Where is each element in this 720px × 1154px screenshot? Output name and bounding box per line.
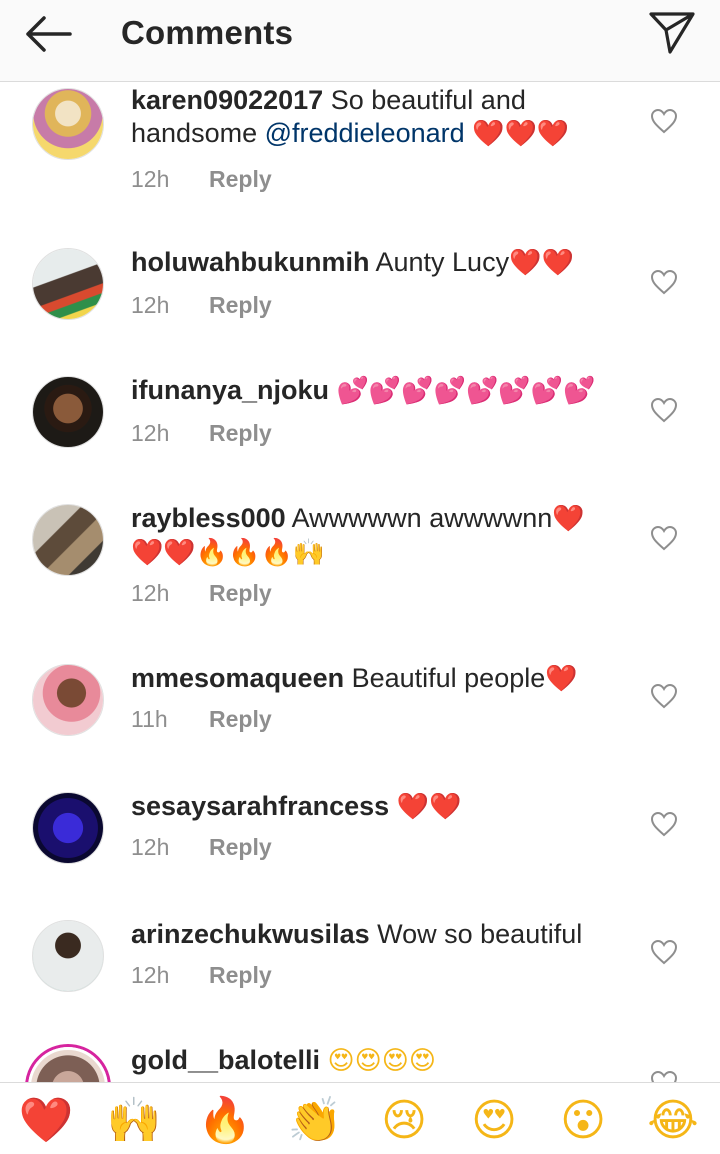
comment-username[interactable]: ifunanya_njoku bbox=[131, 375, 329, 405]
header-bar: Comments bbox=[0, 0, 720, 82]
comment-meta: 12h Reply bbox=[131, 580, 272, 607]
emoji-clapping-button[interactable]: 👏 bbox=[285, 1095, 345, 1147]
heart-outline-icon[interactable] bbox=[650, 269, 678, 295]
emoji-heart-eyes-button[interactable]: 😍 bbox=[464, 1095, 524, 1147]
reply-button[interactable]: Reply bbox=[209, 834, 272, 860]
comment-emojis: ❤️❤️ bbox=[509, 248, 574, 278]
avatar[interactable] bbox=[32, 376, 104, 448]
comment-body: Awwwwwn awwwwnn bbox=[291, 503, 553, 533]
reply-button[interactable]: Reply bbox=[209, 962, 272, 988]
mention-link[interactable]: @freddieleonard bbox=[265, 118, 465, 148]
reply-button[interactable]: Reply bbox=[209, 580, 272, 606]
heart-outline-icon[interactable] bbox=[650, 939, 678, 965]
page-title: Comments bbox=[121, 14, 294, 51]
comment-meta: 12h Reply bbox=[131, 962, 272, 989]
comment-username[interactable]: sesaysarahfrancess bbox=[131, 791, 389, 821]
emoji-red-heart-button[interactable]: ❤️ bbox=[16, 1095, 76, 1147]
comment-text: karen09022017 So beautiful and handsome … bbox=[131, 84, 611, 151]
comment-time: 12h bbox=[131, 420, 170, 446]
comment-text: raybless000 Awwwwwn awwwwnn❤️❤️❤️🔥🔥🔥🙌 bbox=[131, 502, 611, 570]
comment-meta: 12h Reply bbox=[131, 834, 272, 861]
comment-text: sesaysarahfrancess ❤️❤️ bbox=[131, 790, 611, 824]
heart-outline-icon[interactable] bbox=[650, 397, 678, 423]
comment-emojis: ❤️❤️❤️ bbox=[472, 119, 570, 149]
comment-time: 12h bbox=[131, 834, 170, 860]
comment-username[interactable]: karen09022017 bbox=[131, 85, 323, 115]
arrow-left-icon bbox=[26, 16, 72, 52]
comments-list[interactable]: karen09022017 So beautiful and handsome … bbox=[0, 82, 720, 1082]
comment-emojis: 😍😍😍😍 bbox=[327, 1046, 436, 1076]
comment-text: mmesomaqueen Beautiful people❤️ bbox=[131, 662, 611, 696]
comment-meta: 11h Reply bbox=[131, 706, 272, 733]
share-button[interactable] bbox=[644, 8, 700, 58]
comment-emojis: 💕💕💕💕💕💕💕💕 bbox=[336, 376, 596, 406]
avatar[interactable] bbox=[32, 792, 104, 864]
comment-meta: 12h Reply bbox=[131, 292, 272, 319]
comment-emojis: ❤️❤️ bbox=[396, 792, 462, 822]
heart-outline-icon[interactable] bbox=[650, 1070, 678, 1082]
avatar[interactable] bbox=[32, 504, 104, 576]
comment-username[interactable]: raybless000 bbox=[131, 503, 286, 533]
comment-body: Beautiful people bbox=[351, 663, 546, 693]
heart-outline-icon[interactable] bbox=[650, 811, 678, 837]
comment-username[interactable]: mmesomaqueen bbox=[131, 663, 344, 693]
heart-outline-icon[interactable] bbox=[650, 108, 678, 134]
reply-button[interactable]: Reply bbox=[209, 166, 272, 192]
comment-username[interactable]: gold__balotelli bbox=[131, 1045, 320, 1075]
comment-emojis: ❤️ bbox=[545, 664, 578, 694]
back-button[interactable] bbox=[18, 12, 78, 56]
comment-meta: 12h Reply bbox=[131, 166, 272, 193]
comment-text: holuwahbukunmih Aunty Lucy❤️❤️ bbox=[131, 246, 611, 280]
comment-text: gold__balotelli 😍😍😍😍 bbox=[131, 1044, 611, 1078]
comment-text: ifunanya_njoku 💕💕💕💕💕💕💕💕 bbox=[131, 374, 611, 408]
comment-username[interactable]: holuwahbukunmih bbox=[131, 247, 369, 277]
comment-time: 12h bbox=[131, 580, 170, 606]
reply-button[interactable]: Reply bbox=[209, 420, 272, 446]
emoji-reaction-bar: ❤️ 🙌 🔥 👏 😢 😍 😮 😂 bbox=[0, 1082, 720, 1154]
reply-button[interactable]: Reply bbox=[209, 292, 272, 318]
comment-time: 11h bbox=[131, 706, 168, 732]
comment-time: 12h bbox=[131, 292, 170, 318]
comment-text: arinzechukwusilas Wow so beautiful bbox=[131, 918, 611, 951]
emoji-raised-hands-button[interactable]: 🙌 bbox=[104, 1095, 164, 1147]
avatar[interactable] bbox=[32, 664, 104, 736]
avatar[interactable] bbox=[32, 248, 104, 320]
comment-meta: 12h Reply bbox=[131, 420, 272, 447]
avatar[interactable] bbox=[25, 1044, 111, 1082]
emoji-fire-button[interactable]: 🔥 bbox=[195, 1095, 255, 1147]
comment-time: 12h bbox=[131, 166, 170, 192]
comment-body: Wow so beautiful bbox=[377, 919, 583, 949]
emoji-surprised-face-button[interactable]: 😮 bbox=[553, 1095, 613, 1147]
emoji-crying-face-button[interactable]: 😢 bbox=[374, 1095, 434, 1147]
heart-outline-icon[interactable] bbox=[650, 525, 678, 551]
paper-plane-icon bbox=[649, 12, 695, 54]
comment-body: Aunty Lucy bbox=[375, 247, 510, 277]
avatar[interactable] bbox=[32, 920, 104, 992]
emoji-tears-of-joy-button[interactable]: 😂 bbox=[643, 1095, 703, 1147]
heart-outline-icon[interactable] bbox=[650, 683, 678, 709]
comment-time: 12h bbox=[131, 962, 170, 988]
reply-button[interactable]: Reply bbox=[209, 706, 272, 732]
avatar[interactable] bbox=[32, 88, 104, 160]
comment-username[interactable]: arinzechukwusilas bbox=[131, 919, 370, 949]
